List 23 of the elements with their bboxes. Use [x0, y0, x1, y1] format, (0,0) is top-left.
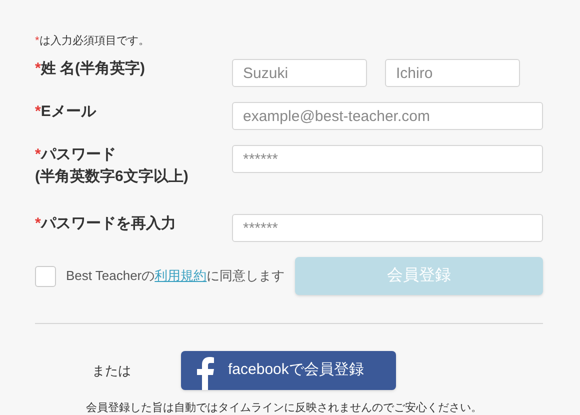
required-mark: *: [35, 145, 41, 165]
text-field[interactable]: ******: [232, 214, 543, 242]
field-hint: (半角英数字6文字以上): [35, 167, 190, 187]
field-label: Eメール: [40, 102, 96, 122]
or-text: または: [92, 362, 132, 380]
agree-checkbox[interactable]: [35, 266, 56, 286]
required-mark: *: [35, 214, 41, 234]
text-field[interactable]: ******: [232, 145, 543, 173]
agreement-text: Best Teacherの利用規約に同意します: [66, 267, 285, 286]
required-mark: *: [35, 59, 41, 79]
field-label: 姓 名(半角英字): [40, 59, 146, 79]
facebook-icon: [195, 357, 215, 390]
name-field[interactable]: Suzuki: [232, 59, 367, 87]
field-label: パスワードを再入力: [40, 214, 176, 234]
facebook-button[interactable]: facebookで会員登録: [181, 351, 396, 390]
required-mark: *: [35, 102, 41, 122]
field-label: パスワード: [40, 145, 116, 165]
terms-link[interactable]: 利用規約: [154, 268, 207, 284]
text-field[interactable]: example@best-teacher.com: [232, 102, 543, 130]
footnote: 会員登録した旨は自動ではタイムラインに反映されませんのでご安心ください。: [86, 400, 482, 415]
required-mark: *: [35, 34, 40, 49]
required-note: は入力必須項目です。: [39, 34, 150, 49]
name-field[interactable]: Ichiro: [385, 59, 520, 87]
